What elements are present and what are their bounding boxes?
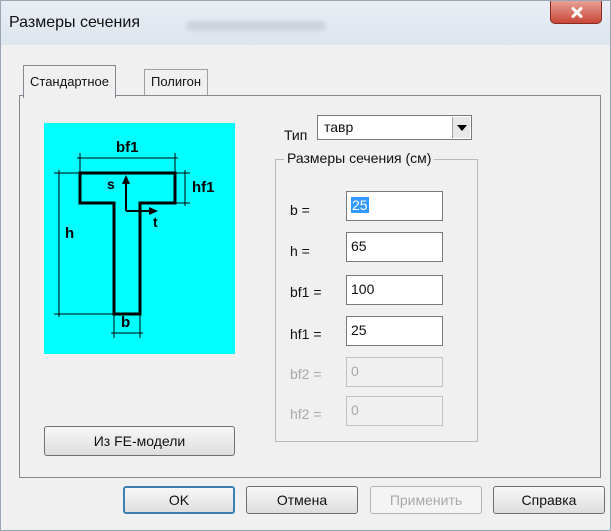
b-field[interactable]: 25 xyxy=(346,191,443,221)
label-b: b xyxy=(121,314,130,331)
section-diagram: bf1 hf1 h b s t xyxy=(44,123,235,354)
label-b-field: b = xyxy=(290,202,310,218)
label-h-field: h = xyxy=(290,243,310,259)
type-label: Тип xyxy=(284,127,308,143)
tab-polygon[interactable]: Полигон xyxy=(144,69,209,95)
dialog-window: Размеры сечения Стандартное Полигон bf1 … xyxy=(0,0,611,531)
label-bf1: bf1 xyxy=(116,139,139,156)
type-select[interactable]: тавр xyxy=(317,115,472,140)
hf1-field[interactable]: 25 xyxy=(346,316,443,346)
label-hf1: hf1 xyxy=(192,179,215,196)
ok-button[interactable]: OK xyxy=(123,486,235,514)
tab-standard[interactable]: Стандартное xyxy=(23,65,116,98)
cancel-button[interactable]: Отмена xyxy=(246,486,358,514)
label-h: h xyxy=(65,225,74,242)
chevron-down-icon[interactable] xyxy=(452,117,470,138)
label-bf1-field: bf1 = xyxy=(290,284,322,300)
title-bar: Размеры сечения xyxy=(1,1,610,45)
from-fe-model-button[interactable]: Из FE-модели xyxy=(44,426,235,456)
hf2-field: 0 xyxy=(346,396,443,426)
b-field-value: 25 xyxy=(351,197,369,213)
help-button[interactable]: Справка xyxy=(493,486,605,514)
window-title: Размеры сечения xyxy=(9,14,140,31)
bf2-field: 0 xyxy=(346,357,443,387)
label-hf2-field: hf2 = xyxy=(290,406,322,422)
bf1-field[interactable]: 100 xyxy=(346,275,443,305)
close-icon[interactable] xyxy=(550,1,602,24)
h-field[interactable]: 65 xyxy=(346,232,443,262)
type-select-value: тавр xyxy=(324,119,354,135)
label-s: s xyxy=(107,176,115,192)
label-hf1-field: hf1 = xyxy=(290,326,322,342)
section-size-legend: Размеры сечения (см) xyxy=(284,150,435,166)
apply-button: Применить xyxy=(370,486,482,514)
blurred-title-text xyxy=(186,21,326,31)
t-section-icon: bf1 hf1 h b s t xyxy=(54,139,215,338)
label-t: t xyxy=(153,214,158,230)
label-bf2-field: bf2 = xyxy=(290,366,322,382)
